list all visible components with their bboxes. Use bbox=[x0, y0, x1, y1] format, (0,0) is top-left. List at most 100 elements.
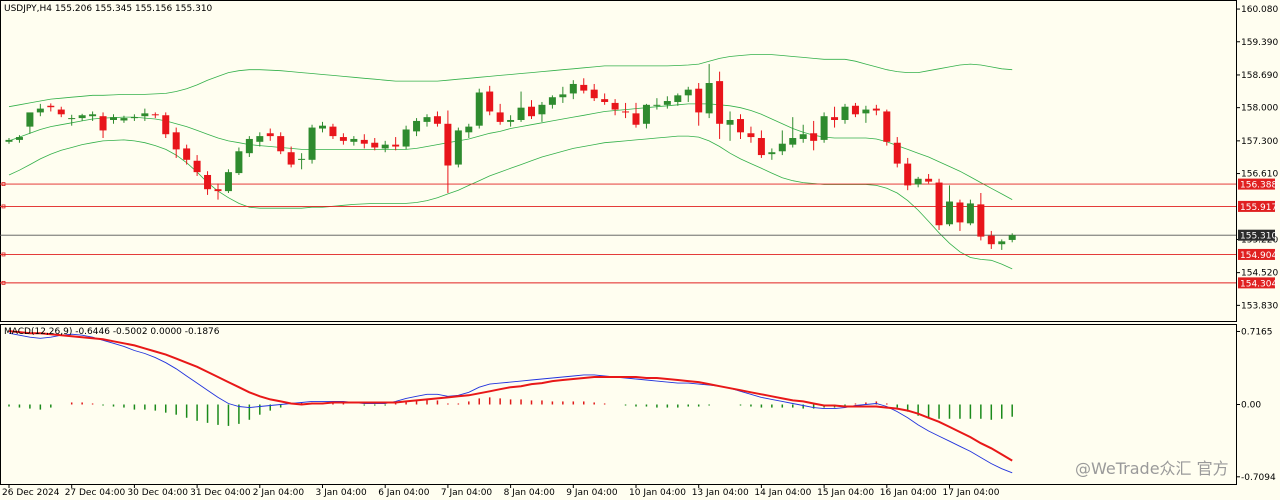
macd-tick-label: -0.7094 bbox=[1241, 473, 1276, 483]
candle-body-bull bbox=[130, 117, 138, 119]
candle-body-bear bbox=[360, 139, 368, 144]
candle-body-bull bbox=[120, 118, 128, 121]
candle-body-bull bbox=[642, 104, 650, 124]
macd-header: MACD(12,26,9) -0.6446 -0.5002 0.0000 -0.… bbox=[4, 327, 220, 337]
candle-body-bull bbox=[538, 104, 546, 115]
candle-body-bear bbox=[632, 113, 640, 125]
candle-body-bear bbox=[99, 116, 107, 131]
candle-body-bull bbox=[245, 138, 253, 154]
time-tick-label: 6 Jan 04:00 bbox=[378, 488, 430, 498]
time-tick-label: 8 Jan 04:00 bbox=[504, 488, 556, 498]
candle-body-bear bbox=[496, 112, 504, 122]
candle-body-bull bbox=[778, 143, 786, 152]
time-tick-label: 14 Jan 04:00 bbox=[754, 488, 811, 498]
candle-body-bear bbox=[214, 189, 222, 192]
time-tick-label: 15 Jan 04:00 bbox=[817, 488, 874, 498]
candle-body-bull bbox=[799, 134, 807, 139]
time-tick-label: 13 Jan 04:00 bbox=[692, 488, 749, 498]
candle-body-bull bbox=[465, 126, 473, 133]
symbol-header: USDJPY,H4 155.206 155.345 155.156 155.31… bbox=[4, 4, 213, 14]
time-tick-label: 3 Jan 04:00 bbox=[316, 488, 368, 498]
candle-body-bear bbox=[737, 119, 744, 133]
candle-body-bear bbox=[329, 126, 337, 137]
price-tick-label: 159.390 bbox=[1241, 38, 1278, 48]
candle-body-bear bbox=[977, 204, 985, 237]
time-tick-label: 31 Dec 04:00 bbox=[190, 488, 251, 498]
candle-body-bull bbox=[726, 119, 734, 125]
candle-body-bull bbox=[507, 119, 515, 122]
candle-body-bull bbox=[78, 115, 86, 119]
candle-body-bear bbox=[883, 111, 891, 142]
chart-background bbox=[0, 0, 1280, 500]
time-tick-label: 30 Dec 04:00 bbox=[127, 488, 188, 498]
candle-body-bull bbox=[517, 107, 525, 120]
candle-body-bull bbox=[559, 94, 567, 98]
candle-body-bull bbox=[569, 83, 577, 94]
candle-body-bull bbox=[141, 113, 149, 117]
candle-body-bull bbox=[684, 89, 692, 96]
last-price-tag-label: 155.310 bbox=[1240, 232, 1277, 242]
candle-body-bear bbox=[622, 111, 630, 113]
price-tick-label: 160.080 bbox=[1241, 5, 1278, 15]
candle-body-bear bbox=[433, 116, 441, 124]
time-tick-label: 2 Jan 04:00 bbox=[253, 488, 305, 498]
candle-body-bull bbox=[298, 158, 306, 160]
candle-body-bull bbox=[862, 109, 870, 114]
candle-body-bear bbox=[747, 133, 755, 138]
candle-body-bear bbox=[695, 88, 703, 113]
candle-body-bear bbox=[444, 123, 452, 166]
level-tag-1-label: 156.388 bbox=[1240, 181, 1277, 191]
candle-body-bull bbox=[319, 125, 326, 129]
time-tick-label: 10 Jan 04:00 bbox=[629, 488, 686, 498]
candle-body-bull bbox=[548, 97, 556, 105]
candle-body-bear bbox=[287, 152, 295, 165]
candle-body-bear bbox=[956, 202, 964, 223]
candle-body-bull bbox=[841, 106, 849, 120]
candle-body-bear bbox=[925, 178, 933, 182]
candle-body-bear bbox=[172, 132, 180, 150]
time-tick-label: 7 Jan 04:00 bbox=[441, 488, 493, 498]
candle-body-bull bbox=[402, 129, 410, 147]
time-tick-label: 16 Jan 04:00 bbox=[880, 488, 937, 498]
candle-body-bull bbox=[235, 151, 243, 174]
candle-body-bull bbox=[381, 144, 389, 149]
trading-chart[interactable]: 160.080 159.390 158.690 158.000 157.300 156.6… bbox=[0, 0, 1280, 500]
candle-body-bear bbox=[183, 148, 191, 160]
candle-body-bear bbox=[590, 89, 598, 99]
candle-body-bear bbox=[611, 102, 619, 110]
level-tag-3-label: 154.904 bbox=[1240, 251, 1277, 261]
candle-body-bull bbox=[454, 130, 462, 165]
candle-body-bull bbox=[966, 203, 974, 224]
candle-body-bull bbox=[5, 139, 13, 142]
candle-body-bull bbox=[26, 112, 34, 127]
candle-body-bull bbox=[998, 241, 1006, 245]
candle-body-bull bbox=[914, 178, 922, 185]
candle-body-bear bbox=[893, 142, 901, 164]
candle-body-bear bbox=[162, 115, 170, 135]
candle-body-bull bbox=[256, 136, 264, 142]
candle-body-bear bbox=[716, 81, 724, 124]
candle-body-bull bbox=[68, 118, 76, 120]
price-tick-label: 157.300 bbox=[1241, 137, 1278, 147]
candle-body-bull bbox=[674, 95, 682, 102]
candle-body-bear bbox=[371, 142, 379, 148]
candle-body-bull bbox=[768, 152, 776, 155]
candle-body-bull bbox=[224, 172, 232, 192]
level-tag-4-label: 154.304 bbox=[1240, 279, 1277, 289]
candle-body-bear bbox=[47, 105, 55, 108]
candle-body-bull bbox=[15, 137, 23, 140]
price-tick-label: 154.520 bbox=[1241, 269, 1278, 279]
candle-body-bear bbox=[872, 108, 880, 111]
candle-body-bear bbox=[204, 174, 212, 190]
candle-body-bull bbox=[1008, 235, 1016, 240]
candle-body-bear bbox=[757, 138, 765, 156]
candle-body-bear bbox=[831, 117, 839, 120]
candle-body-bull bbox=[423, 117, 431, 122]
candle-body-bull bbox=[705, 83, 713, 114]
candle-body-bear bbox=[392, 144, 400, 147]
candle-body-bull bbox=[36, 108, 44, 113]
level-tag-2-label: 155.917 bbox=[1240, 203, 1277, 213]
macd-tick-label: 0.00 bbox=[1241, 401, 1261, 411]
candle-body-bull bbox=[653, 104, 661, 106]
candle-body-bull bbox=[946, 201, 953, 225]
